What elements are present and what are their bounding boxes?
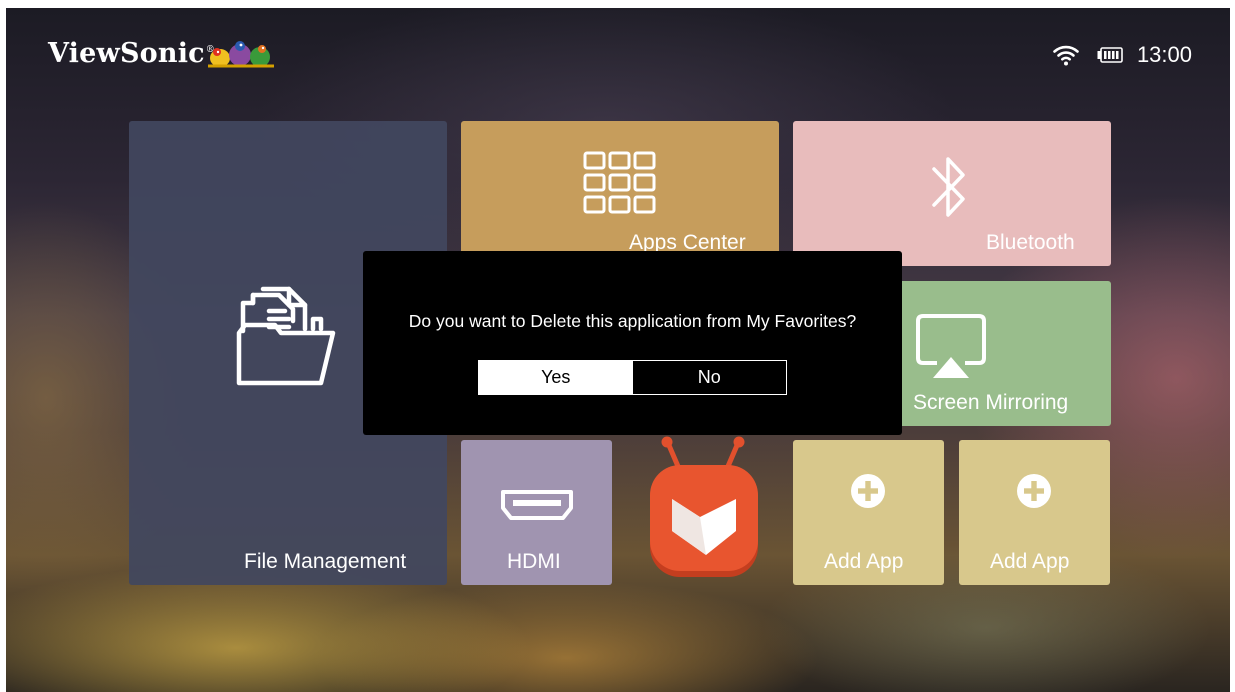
bluetooth-tile[interactable]: Bluetooth (793, 121, 1111, 266)
battery-icon (1097, 47, 1123, 63)
status-bar: 13:00 (1053, 42, 1192, 68)
dialog-message: Do you want to Delete this application f… (408, 311, 857, 331)
add-app-label-1: Add App (824, 550, 904, 573)
screen-mirroring-icon (916, 314, 986, 378)
apps-center-tile[interactable]: Apps Center (461, 121, 779, 266)
delete-confirmation-dialog: Do you want to Delete this application f… (363, 251, 902, 435)
add-app-tile-2[interactable]: Add App (959, 440, 1110, 585)
wifi-icon (1053, 45, 1079, 66)
bluetooth-label: Bluetooth (986, 231, 1075, 254)
app-grid-icon (583, 151, 656, 214)
aptoide-tv-icon[interactable] (642, 435, 766, 580)
add-app-label-2: Add App (990, 550, 1070, 573)
brand-name: ViewSonic (48, 38, 205, 69)
folder-documents-icon (236, 286, 336, 386)
yes-button[interactable]: Yes (479, 361, 633, 394)
plus-circle-icon (1017, 474, 1051, 508)
file-management-label: File Management (244, 550, 407, 573)
no-button[interactable]: No (632, 361, 786, 394)
home-screen: ViewSonic® 13:00 File Management Apps Ce… (6, 8, 1230, 692)
bluetooth-icon (932, 157, 965, 217)
add-app-tile-1[interactable]: Add App (793, 440, 944, 585)
hdmi-icon (501, 490, 573, 520)
clock: 13:00 (1136, 42, 1192, 67)
plus-circle-icon (851, 474, 885, 508)
birds-logo-icon (208, 41, 274, 68)
hdmi-label: HDMI (507, 550, 561, 573)
brand-logo: ViewSonic® (48, 38, 215, 69)
hdmi-tile[interactable]: HDMI (461, 440, 612, 585)
dialog-button-group: Yes No (478, 360, 787, 395)
screen-mirroring-label: Screen Mirroring (913, 391, 1069, 414)
